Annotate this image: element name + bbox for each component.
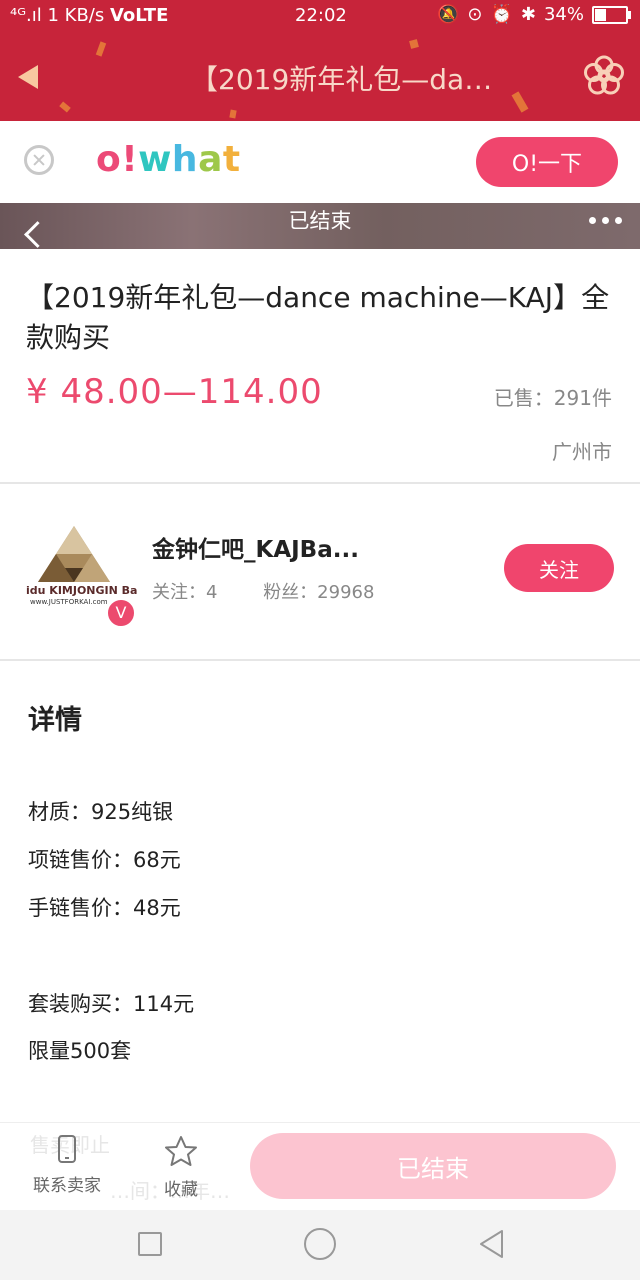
avatar-caption: idu KIMJONGIN Ba [26, 584, 138, 597]
app-logo: o!what [96, 139, 241, 180]
header-band: ⁴ᴳ.ıl 1 KB/s VoLTE 22:02 🔕 ⊙ ⏰ ✱ 34% 【20… [0, 0, 640, 121]
network-speed: 1 KB/s [47, 5, 105, 26]
system-nav-bar [0, 1210, 640, 1280]
open-app-button[interactable]: O!一下 [476, 137, 618, 187]
flower-menu-icon[interactable] [582, 54, 626, 98]
detail-line: 限量500套 [28, 1039, 132, 1063]
favorite-button[interactable]: 收藏 [136, 1135, 226, 1200]
status-left: ⁴ᴳ.ıl 1 KB/s VoLTE [10, 5, 168, 26]
system-back-icon[interactable] [478, 1228, 506, 1260]
detail-line: 手链售价：48元 [28, 896, 181, 920]
status-bar: ⁴ᴳ.ıl 1 KB/s VoLTE 22:02 🔕 ⊙ ⏰ ✱ 34% [0, 0, 640, 32]
product-image-strip: 已结束 [0, 203, 640, 249]
divider [0, 482, 640, 484]
signal-indicator: ⁴ᴳ.ıl [10, 5, 42, 26]
contact-seller-label: 联系卖家 [33, 1176, 101, 1196]
action-bar: 售卖即止 …间：…年… 联系卖家 收藏 已结束 [0, 1122, 640, 1211]
bell-muted-icon: 🔕 [436, 4, 460, 25]
battery-icon [592, 5, 631, 24]
detail-line: 材质：925纯银 [28, 800, 174, 824]
bluetooth-icon: ✱ [520, 4, 536, 25]
more-options-icon[interactable] [589, 217, 622, 224]
home-icon[interactable] [304, 1228, 336, 1260]
page-title: 【2019新年礼包—da… [190, 63, 490, 96]
ended-status-label: 已结束 [288, 209, 352, 233]
status-right: 🔕 ⊙ ⏰ ✱ 34% [436, 4, 631, 25]
product-price: ¥ 48.00—114.00 [26, 372, 323, 412]
close-icon[interactable] [24, 145, 54, 175]
ended-button[interactable]: 已结束 [250, 1133, 616, 1199]
app-download-banner: o!what O!一下 [0, 121, 640, 203]
detail-line: 套装购买：114元 [28, 992, 195, 1016]
seller-stats: 关注：4 粉丝：29968 [152, 578, 414, 604]
battery-percent: 34% [543, 4, 584, 25]
title-bar: 【2019新年礼包—da… [0, 32, 640, 121]
follow-button[interactable]: 关注 [504, 544, 614, 592]
star-icon [165, 1136, 197, 1166]
following-count: 关注：4 [152, 582, 218, 603]
favorite-label: 收藏 [164, 1180, 198, 1200]
contact-seller-button[interactable]: 联系卖家 [22, 1135, 112, 1196]
verified-badge: V [106, 598, 136, 628]
details-heading: 详情 [28, 705, 82, 736]
phone-icon [58, 1135, 76, 1163]
sold-count: 已售：291件 [493, 386, 612, 410]
avatar-url: www.JUSTFORKAI.com [30, 598, 108, 606]
volte-label: VoLTE [109, 5, 169, 26]
divider [0, 659, 640, 661]
lock-rotation-icon: ⊙ [467, 4, 483, 25]
product-title: 【2019新年礼包—dance machine—KAJ】全款购买 [26, 281, 610, 354]
alarm-icon: ⏰ [490, 4, 513, 25]
product-location: 广州市 [552, 440, 612, 464]
recents-icon[interactable] [138, 1232, 162, 1256]
back-arrow-icon[interactable] [18, 65, 38, 89]
seller-avatar[interactable] [26, 524, 122, 584]
seller-name[interactable]: 金钟仁吧_KAJBa... [152, 530, 359, 564]
clock: 22:02 [295, 5, 347, 26]
follower-count: 粉丝：29968 [263, 582, 375, 603]
detail-line: 项链售价：68元 [28, 848, 181, 872]
